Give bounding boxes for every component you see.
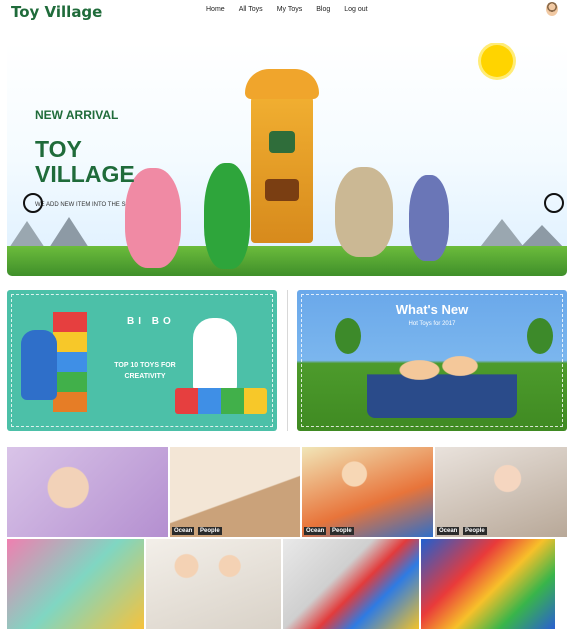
block-tower-illustration: [53, 312, 87, 412]
green-dinosaur-illustration: [204, 163, 250, 269]
promo-divider: [287, 290, 288, 431]
promo-caption: TOP 10 TOYS FOR CREATIVITY: [114, 362, 176, 380]
child-illustration: [21, 330, 57, 400]
nav-logout-link[interactable]: Log out: [344, 6, 367, 13]
sloth-character-illustration: [335, 167, 393, 257]
promo-subheading: Hot Toys for 2017: [408, 321, 456, 327]
main-menu: Home All Toys My Toys Blog Log out: [206, 6, 382, 13]
brand-logo[interactable]: Toy Village: [11, 3, 102, 21]
carousel-prev-button[interactable]: [23, 193, 43, 213]
tag-people[interactable]: People: [198, 527, 222, 535]
tag-ocean[interactable]: Ocean: [437, 527, 460, 535]
tag-ocean[interactable]: Ocean: [304, 527, 327, 535]
tag-people[interactable]: People: [330, 527, 354, 535]
blocks-illustration: [175, 388, 267, 414]
user-avatar[interactable]: [546, 2, 558, 16]
hero-title: TOY VILLAGE: [35, 136, 135, 187]
bird-character-illustration: [409, 175, 449, 261]
gallery-image-baby-blanket[interactable]: [7, 447, 168, 537]
tag-people[interactable]: People: [463, 527, 487, 535]
nav-my-toys-link[interactable]: My Toys: [277, 6, 303, 13]
grass-illustration: [7, 246, 567, 276]
gallery-image-blocks[interactable]: Ocean People: [170, 447, 300, 537]
hero-subtitle: WE ADD NEW ITEM INTO THE S: [35, 202, 126, 208]
nav-blog-link[interactable]: Blog: [316, 6, 330, 13]
hero-carousel: NEW ARRIVAL TOY VILLAGE WE ADD NEW ITEM …: [7, 43, 567, 276]
bibo-logo: BI BO: [127, 316, 175, 327]
gallery-image-colorful-toys[interactable]: [7, 539, 144, 629]
gallery-image-kids-building[interactable]: [146, 539, 281, 629]
nav-home-link[interactable]: Home: [206, 6, 225, 13]
sun-illustration: [481, 45, 513, 77]
hero-kicker: NEW ARRIVAL: [35, 108, 119, 122]
promo-banner-whats-new[interactable]: What's New Hot Toys for 2017: [297, 290, 567, 431]
treehouse-illustration: [245, 69, 319, 243]
nav-all-toys-link[interactable]: All Toys: [239, 6, 263, 13]
top-navbar: Toy Village Home All Toys My Toys Blog L…: [0, 0, 572, 22]
gallery-image-lego-bricks[interactable]: [283, 539, 419, 629]
gallery-image-plastic-pieces[interactable]: [421, 539, 555, 629]
tag-ocean[interactable]: Ocean: [172, 527, 195, 535]
child-with-helmet-illustration: [193, 318, 237, 392]
promo-banner-creativity[interactable]: BI BO TOP 10 TOYS FOR CREATIVITY: [7, 290, 277, 431]
promo-heading: What's New: [395, 302, 469, 317]
gallery-image-tent-play[interactable]: Ocean People: [302, 447, 433, 537]
carousel-next-button[interactable]: [544, 193, 564, 213]
gallery-image-baby-toys[interactable]: Ocean People: [435, 447, 567, 537]
kids-reading-illustration: [367, 338, 517, 418]
